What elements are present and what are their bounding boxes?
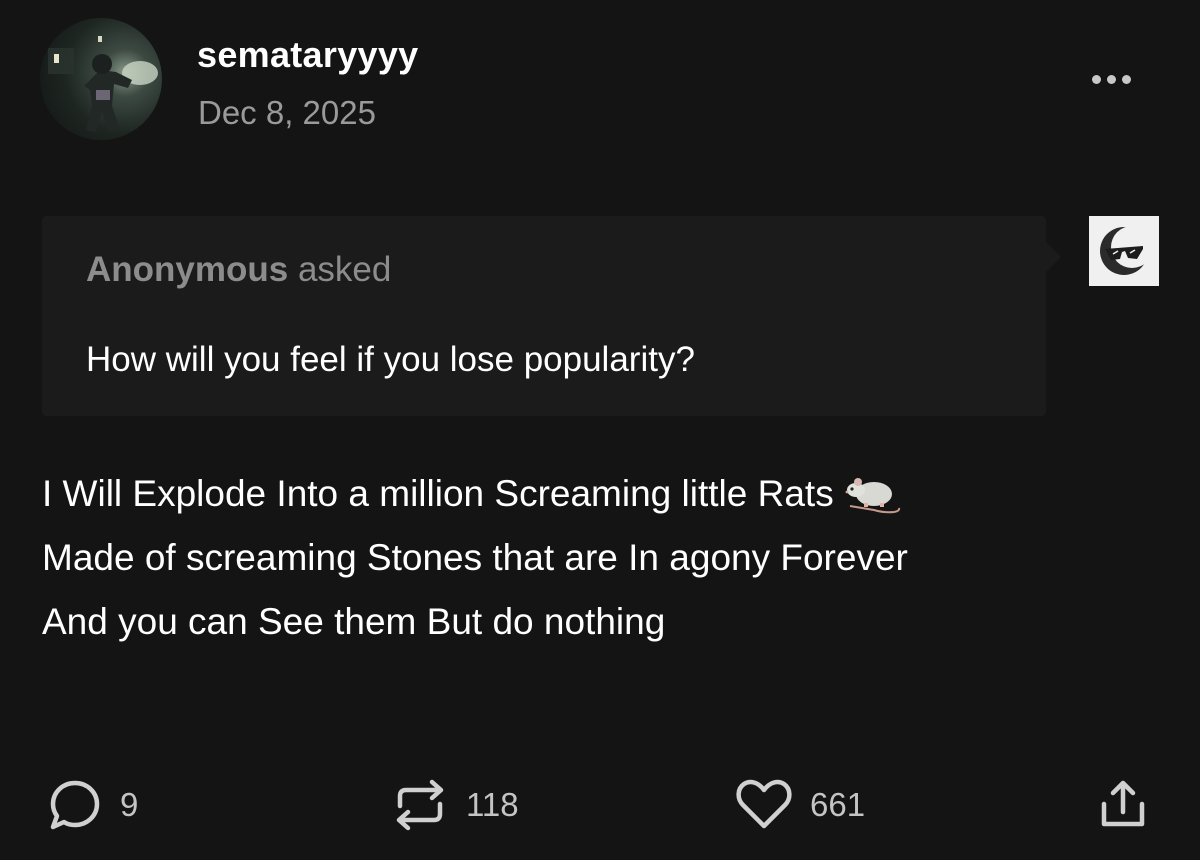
avatar[interactable] xyxy=(40,18,162,140)
anonymous-sunglasses-icon xyxy=(1089,216,1159,286)
reblog-count: 118 xyxy=(466,786,519,823)
share-button[interactable] xyxy=(1092,770,1154,840)
post-date: Dec 8, 2025 xyxy=(198,94,376,131)
more-options-button[interactable] xyxy=(1080,62,1142,96)
reblog-icon xyxy=(396,779,444,831)
answer-body: I Will Explode Into a million Screaming … xyxy=(42,462,1162,654)
answer-line-2: Made of screaming Stones that are In ago… xyxy=(42,537,908,578)
answer-line-3: And you can See them But do nothing xyxy=(42,601,666,642)
reblog-button[interactable]: 118 xyxy=(388,770,519,840)
asker-name: Anonymous xyxy=(86,250,289,289)
rat-emoji-icon xyxy=(845,478,900,514)
avatar-photo xyxy=(48,36,158,132)
like-button[interactable]: 661 xyxy=(732,770,865,840)
more-horizontal-icon xyxy=(1121,74,1131,84)
more-horizontal-icon xyxy=(1091,74,1101,84)
ask-box: Anonymous asked How will you feel if you… xyxy=(42,216,1061,416)
share-upload-icon xyxy=(1101,780,1145,827)
comment-bubble-icon xyxy=(50,780,100,830)
like-count: 661 xyxy=(810,786,866,823)
more-horizontal-icon xyxy=(1106,74,1116,84)
question-text: How will you feel if you lose popularity… xyxy=(86,340,695,379)
username[interactable]: semataryyyy xyxy=(197,34,418,76)
reply-count: 9 xyxy=(120,786,139,823)
asker-line: Anonymous asked xyxy=(86,250,391,290)
reply-button[interactable]: 9 xyxy=(44,770,138,840)
asked-label: asked xyxy=(297,250,392,289)
answer-line-1: I Will Explode Into a million Screaming … xyxy=(42,462,1162,526)
post-actions-bar: 9 118 661 xyxy=(0,770,1200,840)
heart-icon xyxy=(736,779,792,829)
